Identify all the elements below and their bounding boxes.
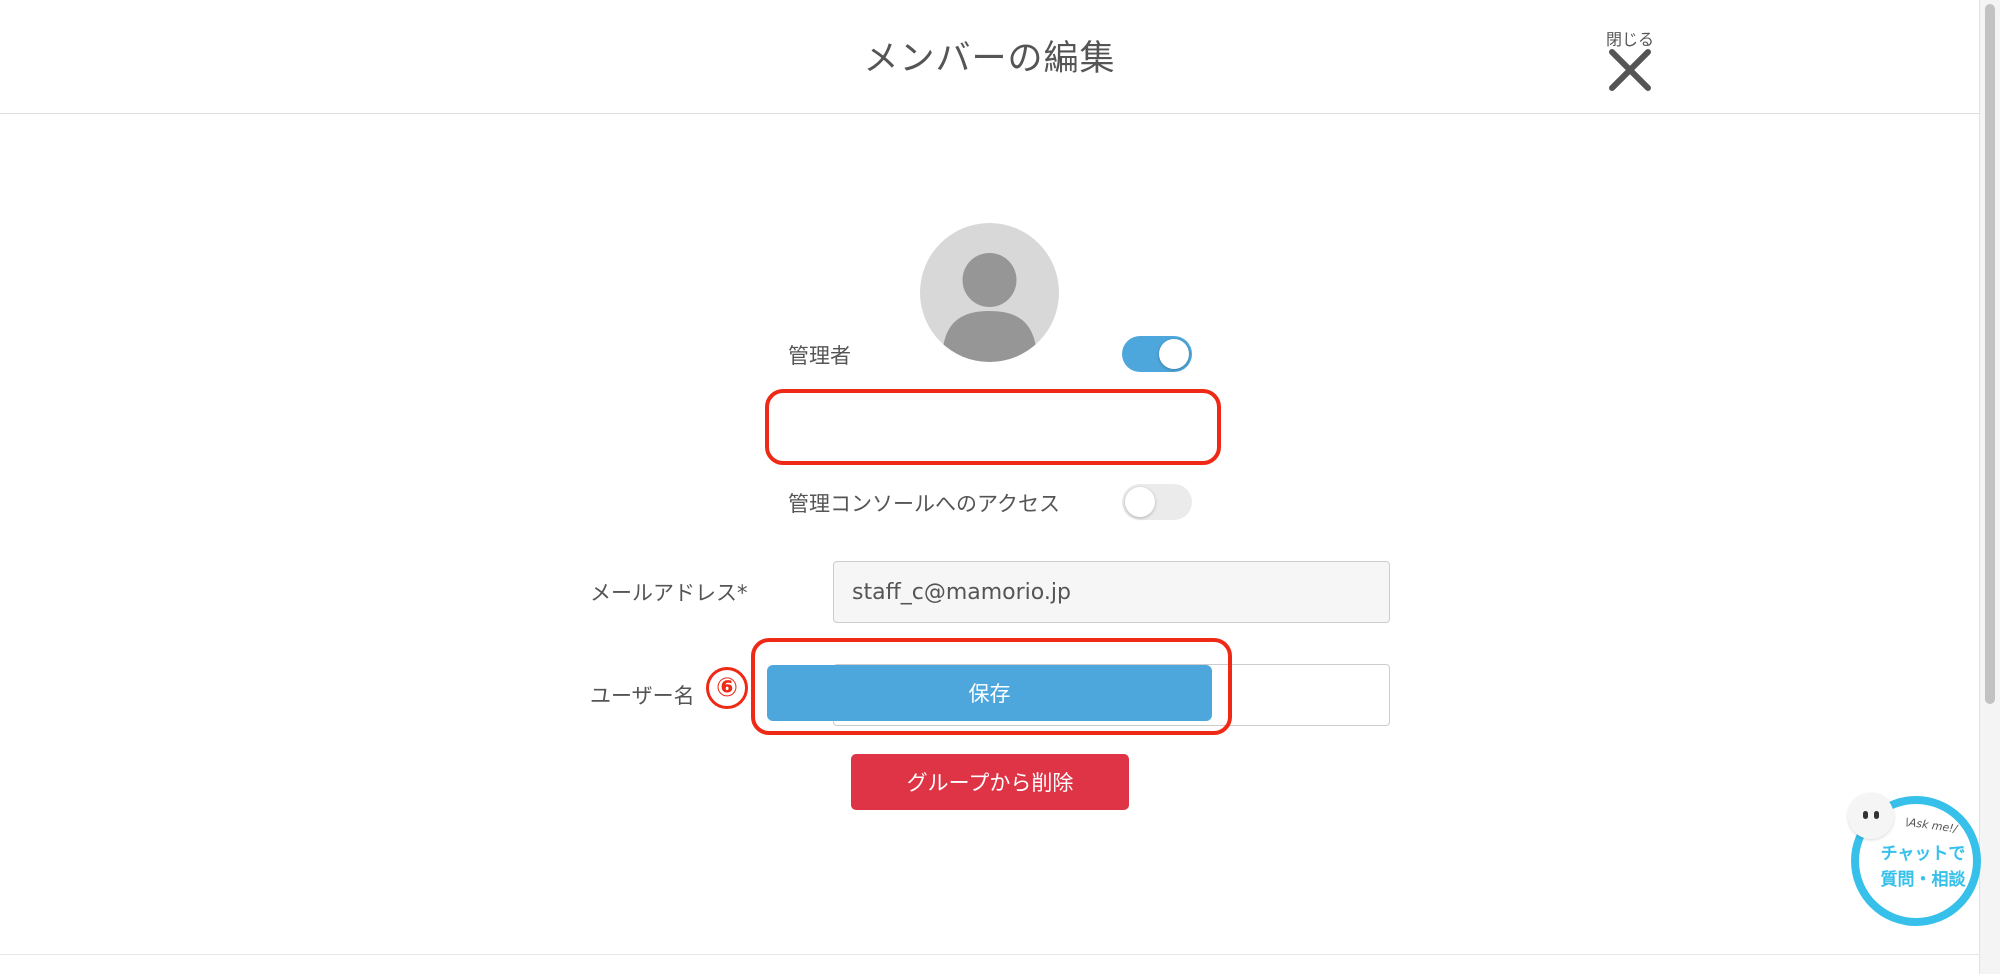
chat-mascot-icon xyxy=(1848,793,1894,839)
mascot-eye xyxy=(1874,811,1879,819)
scrollbar-thumb[interactable] xyxy=(1985,4,1995,704)
console-access-toggle-row: 管理コンソールへのアクセス xyxy=(788,484,1192,524)
email-field[interactable] xyxy=(833,561,1390,623)
mascot-eye xyxy=(1863,811,1868,819)
page-title: メンバーの編集 xyxy=(863,39,1116,79)
chat-line-2: 質問・相談 xyxy=(1880,870,1966,890)
toggle-knob xyxy=(1125,487,1155,517)
admin-highlight-box xyxy=(765,389,1221,465)
admin-toggle[interactable] xyxy=(1122,336,1192,372)
chat-line-1: チャットで xyxy=(1880,844,1966,864)
admin-toggle-row: 管理者 xyxy=(788,336,1192,376)
console-access-toggle[interactable] xyxy=(1122,484,1192,520)
close-button[interactable]: 閉じる xyxy=(1600,26,1660,92)
close-label: 閉じる xyxy=(1605,30,1654,49)
member-edit-form: 管理者 管理コンソールへのアクセス メールアドレス* ユーザー名 ⑥ 保存 グル… xyxy=(0,114,1979,954)
save-button[interactable]: 保存 xyxy=(767,665,1212,721)
console-access-label: 管理コンソールへのアクセス xyxy=(788,492,1060,516)
step-marker: ⑥ xyxy=(706,667,748,709)
chat-widget[interactable]: \Ask me!/ チャットで 質問・相談 xyxy=(1848,793,1984,929)
email-row: メールアドレス* xyxy=(590,561,1390,623)
email-label: メールアドレス* xyxy=(590,581,748,605)
username-label: ユーザー名 xyxy=(590,684,695,708)
footer-divider xyxy=(0,954,1979,955)
toggle-knob xyxy=(1159,339,1189,369)
admin-toggle-label: 管理者 xyxy=(788,344,851,368)
remove-from-group-button[interactable]: グループから削除 xyxy=(851,754,1129,810)
close-icon[interactable] xyxy=(1608,48,1652,92)
modal-header: メンバーの編集 閉じる xyxy=(0,0,1979,114)
